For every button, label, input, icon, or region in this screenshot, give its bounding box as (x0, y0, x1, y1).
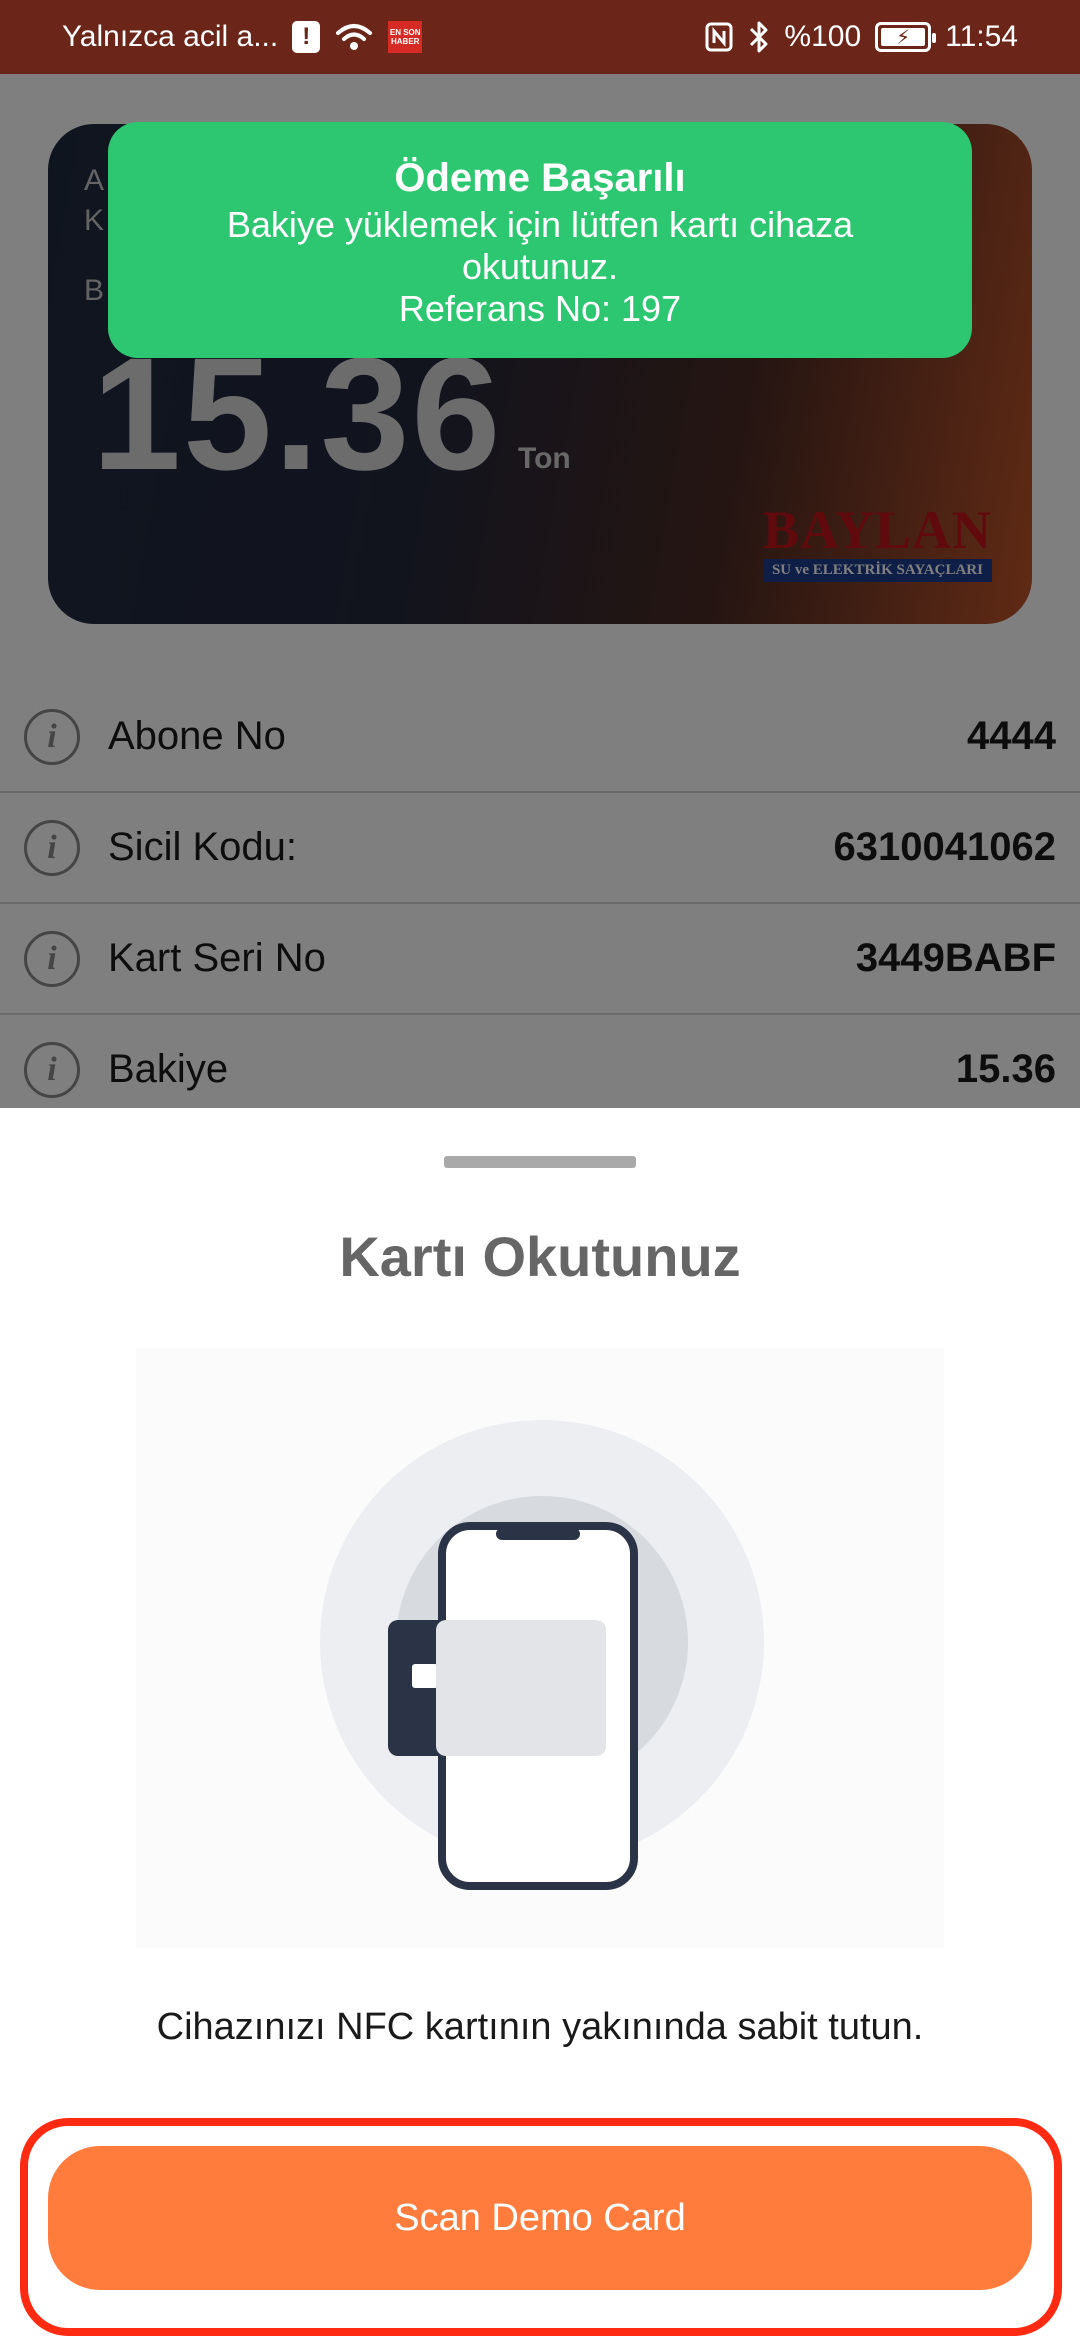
nfc-bottom-sheet: Kartı Okutunuz Cihazınızı NFC kartının y… (0, 1108, 1080, 2340)
toast-reference: Referans No: 197 (398, 288, 682, 329)
toast-message: Bakiye yüklemek için lütfen kartı cihaza… (226, 204, 854, 287)
nfc-illustration (136, 1348, 944, 1948)
clock: 11:54 (945, 20, 1018, 53)
scan-demo-card-button[interactable]: Scan Demo Card (48, 2146, 1032, 2290)
wifi-icon (336, 24, 373, 50)
news-app-icon: EN SON HABER (388, 21, 423, 53)
carrier-text: Yalnızca acil a... (62, 20, 279, 53)
battery-icon: ⚡ (875, 22, 937, 52)
sheet-title: Kartı Okutunuz (339, 1225, 741, 1288)
screen: Yalnızca acil a... ! EN SON HABER %100 ⚡ (0, 0, 1080, 2340)
sheet-drag-handle[interactable] (444, 1156, 636, 1168)
status-left: Yalnızca acil a... ! EN SON HABER (62, 20, 423, 54)
nfc-phone-card-icon (320, 1420, 764, 1890)
nfc-hint-text: Cihazınızı NFC kartının yakınında sabit … (156, 2006, 924, 2048)
status-bar: Yalnızca acil a... ! EN SON HABER %100 ⚡ (0, 0, 1080, 74)
bluetooth-icon (750, 21, 768, 53)
nfc-icon (705, 22, 733, 52)
status-right: %100 ⚡ 11:54 (704, 20, 1018, 54)
alert-icon: ! (292, 21, 321, 53)
battery-percent: %100 (784, 20, 862, 53)
toast-title: Ödeme Başarılı (394, 156, 686, 200)
payment-success-toast: Ödeme Başarılı Bakiye yüklemek için lütf… (108, 122, 972, 358)
